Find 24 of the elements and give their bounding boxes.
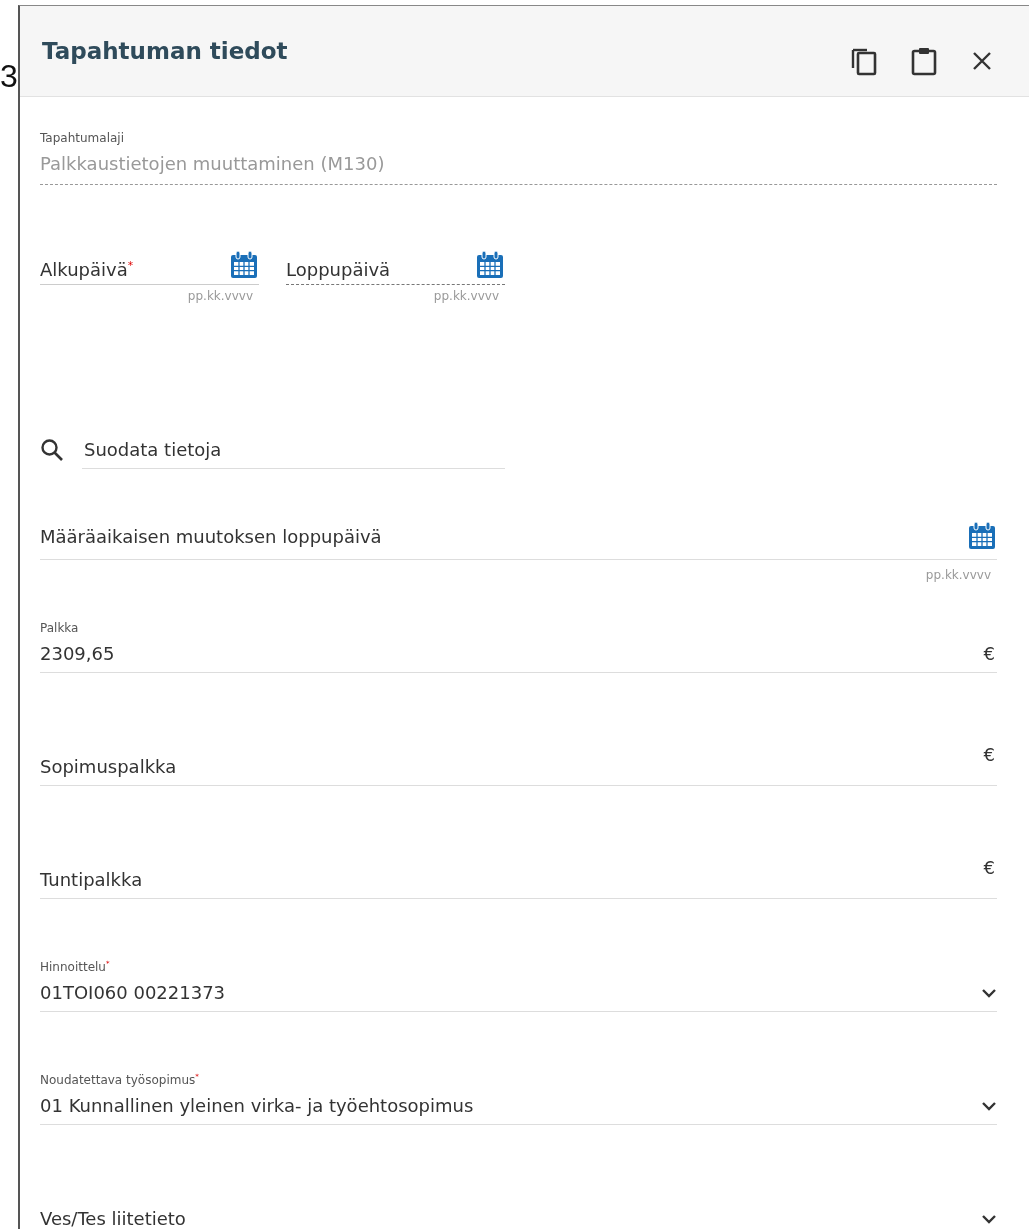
input-field[interactable]: Sopimuspalkka € (40, 695, 997, 786)
search-icon (40, 438, 64, 462)
date-format-hint: pp.kk.vvvv (187, 289, 253, 303)
page-text: 3 (0, 58, 18, 95)
close-icon[interactable] (971, 50, 993, 72)
clipboard-icon[interactable] (911, 46, 937, 76)
copy-icon[interactable] (851, 46, 877, 76)
date-field[interactable]: Määräaikaisen muutoksen loppupäivä (40, 469, 997, 560)
date-format-hint: pp.kk.vvvv (433, 289, 499, 303)
chevron-down-icon[interactable] (981, 987, 997, 998)
select-field[interactable]: Noudatettava työsopimus$^{*}$ 01 Kunnallinen yleinen virka- ja työehtosopimus (40, 1034, 997, 1125)
date-format-hint: pp.kk.vvvv (925, 568, 991, 582)
calendar-icon[interactable] (229, 250, 259, 280)
date-field[interactable]: Alkupäivä$^{*}$ (40, 250, 259, 285)
chevron-down-icon[interactable] (981, 1213, 997, 1224)
select-field[interactable]: Hinnoittelu$^{*}$ 01TOI060 00221373 (40, 921, 997, 1012)
input-field[interactable]: Palkka 2309,65 € (40, 582, 997, 673)
select-field[interactable]: Ves/Tes liitetieto (40, 1147, 997, 1229)
field-label: Tapahtumalaji (40, 131, 125, 145)
calendar-icon[interactable] (967, 521, 997, 551)
input-field[interactable]: Tuntipalkka € (40, 808, 997, 899)
panel-title: Tapahtuman tiedot (42, 38, 288, 64)
chevron-down-icon[interactable] (981, 1100, 997, 1111)
event-type-value: Palkkaustietojen muuttaminen (M130) (40, 153, 386, 174)
